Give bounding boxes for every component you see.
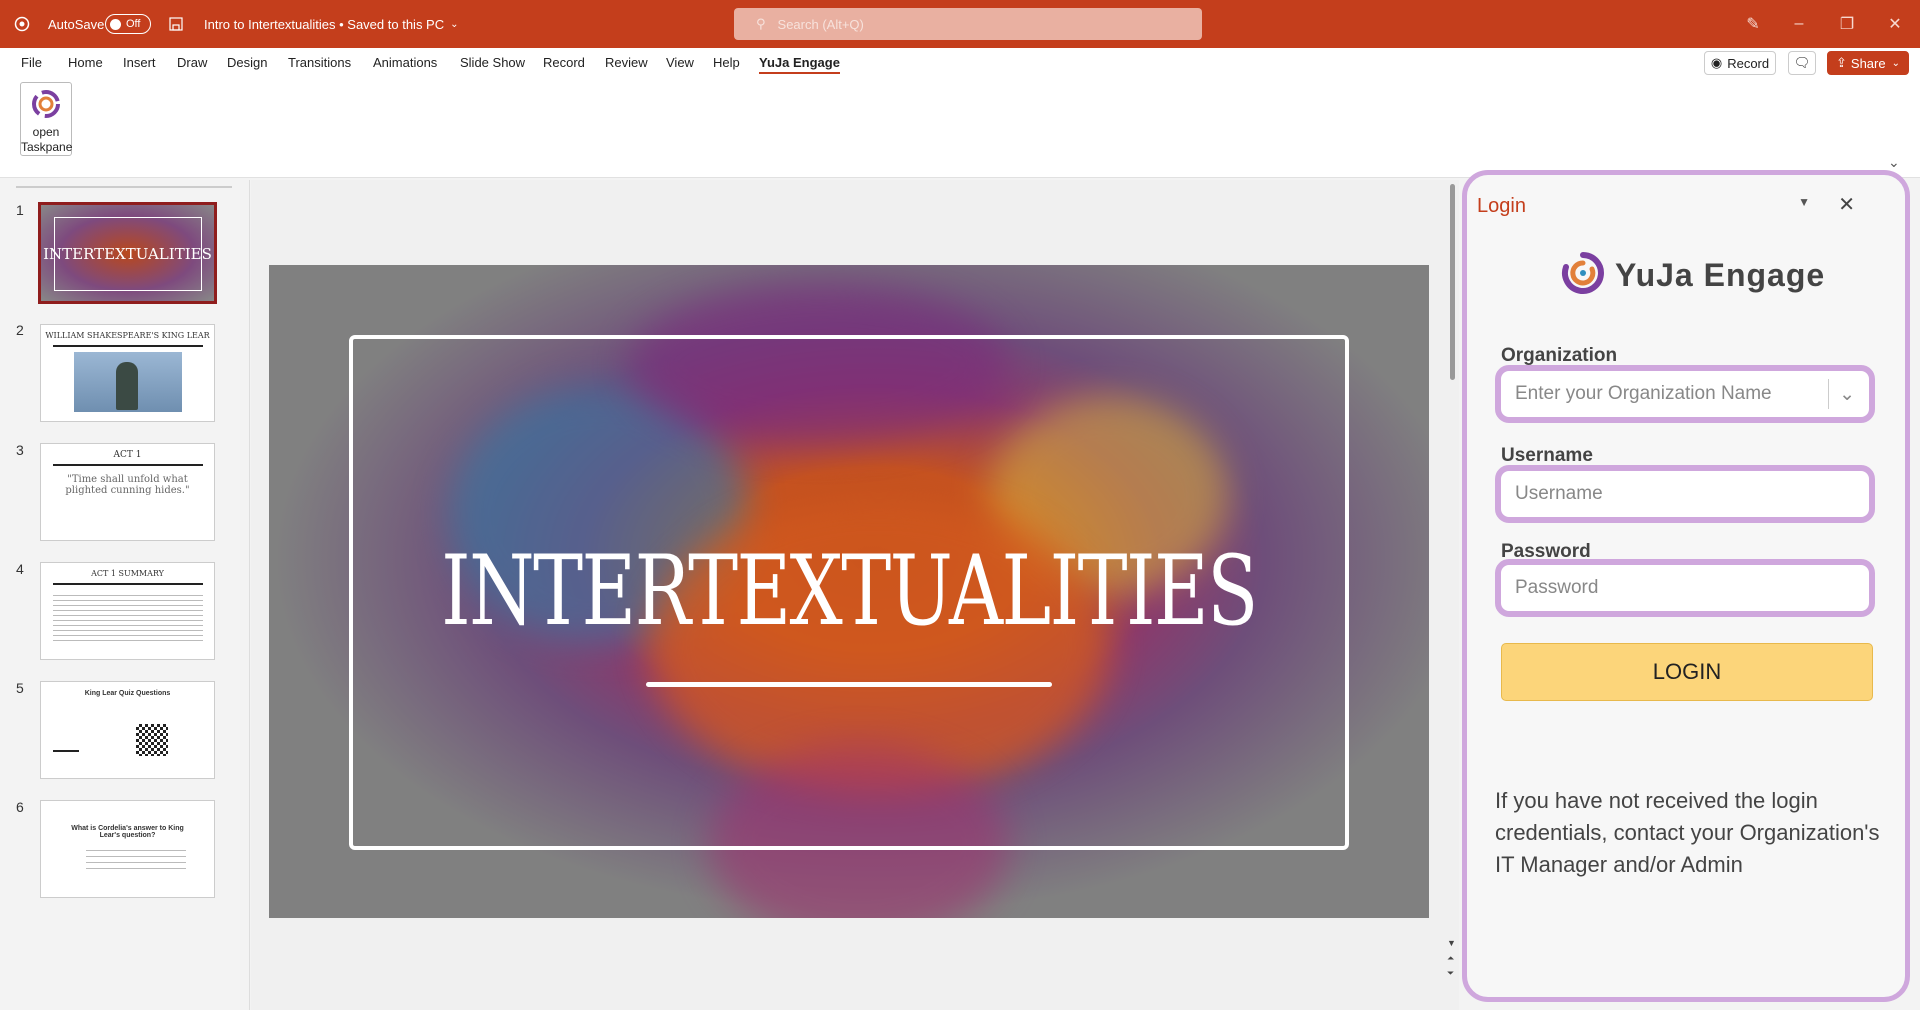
thumb-text-lines <box>53 591 203 643</box>
previous-slide-icon[interactable]: ⏶ <box>1447 953 1454 964</box>
ribbon: open Taskpane ⌄ <box>0 78 1920 178</box>
password-input[interactable] <box>1515 577 1869 599</box>
slide-title[interactable]: INTERTEXTUALITIES <box>397 535 1302 647</box>
comment-icon: 🗨 <box>1793 55 1811 70</box>
thumb-title: ACT 1 SUMMARY <box>91 569 164 578</box>
thumb-text-lines <box>86 845 186 869</box>
chevron-down-icon[interactable]: ⌄ <box>1839 383 1855 406</box>
share-button[interactable]: ⇪ Share ⌄ <box>1827 51 1909 75</box>
thumb-title: INTERTEXTUALITIES <box>43 245 212 263</box>
tab-slide-show[interactable]: Slide Show <box>460 54 525 74</box>
scroll-thumb[interactable] <box>1450 184 1455 380</box>
yuja-swirl-icon <box>1559 249 1607 302</box>
autosave-label: AutoSave <box>48 16 105 32</box>
save-icon[interactable] <box>168 0 184 48</box>
slide-thumbnail-5[interactable]: King Lear Quiz Questions <box>40 681 215 779</box>
brand-name: YuJa Engage <box>1615 257 1826 293</box>
organization-label: Organization <box>1501 345 1618 366</box>
username-field[interactable] <box>1495 465 1875 523</box>
password-field[interactable] <box>1495 559 1875 617</box>
login-button[interactable]: LOGIN <box>1501 643 1873 701</box>
yuja-login-taskpane: Login ▼ ✕ YuJa Engage Organization ⌄ Use… <box>1462 170 1910 1002</box>
tab-home[interactable]: Home <box>68 54 103 74</box>
thumb-title: WILLIAM SHAKESPEARE'S KING LEAR <box>45 331 210 340</box>
record-button[interactable]: ◉ Record <box>1704 51 1776 75</box>
share-icon: ⇪ <box>1836 55 1847 70</box>
slide-thumbnail-6[interactable]: What is Cordelia's answer to King Lear's… <box>40 800 215 898</box>
autosave-state: Off <box>126 18 141 30</box>
search-placeholder: Search (Alt+Q) <box>777 16 864 32</box>
thumb-line <box>53 750 79 752</box>
yuja-logo: YuJa Engage <box>1559 249 1825 302</box>
slide-thumbnail-2[interactable]: WILLIAM SHAKESPEARE'S KING LEAR <box>40 324 215 422</box>
organization-field[interactable]: ⌄ <box>1495 365 1875 423</box>
thumb-title: What is Cordelia's answer to King Lear's… <box>71 825 184 839</box>
login-help-text: If you have not received the login crede… <box>1495 788 1880 877</box>
qr-code <box>136 724 168 756</box>
slide-thumbnail-4[interactable]: ACT 1 SUMMARY <box>40 562 215 660</box>
tab-draw[interactable]: Draw <box>177 54 207 74</box>
yuja-logo-icon <box>21 87 71 125</box>
organization-input[interactable] <box>1515 383 1829 405</box>
slide-number: 6 <box>16 799 24 815</box>
chevron-down-icon: ⌄ <box>1891 57 1900 69</box>
statue-image <box>74 352 182 412</box>
username-label: Username <box>1501 445 1593 466</box>
thumb-quote: "Time shall unfold what plighted cunning… <box>65 474 190 496</box>
chevron-down-icon: ⌄ <box>450 18 459 30</box>
tab-help[interactable]: Help <box>713 54 740 74</box>
autosave-toggle[interactable]: Off <box>105 0 151 48</box>
title-bar: AutoSave Off Intro to Intertextualities … <box>0 0 1920 48</box>
tab-review[interactable]: Review <box>605 54 648 74</box>
divider <box>1828 379 1830 409</box>
maximize-button[interactable]: ❐ <box>1824 0 1870 48</box>
thumb-underline <box>53 464 203 466</box>
thumb-underline <box>53 583 203 585</box>
slide-number: 4 <box>16 561 24 577</box>
next-slide-icon[interactable]: ⏷ <box>1447 968 1454 979</box>
slide-thumbnail-3[interactable]: ACT 1 "Time shall unfold what plighted c… <box>40 443 215 541</box>
collapse-ribbon-icon[interactable]: ⌄ <box>1888 154 1900 171</box>
tab-yuja-engage[interactable]: YuJa Engage <box>759 54 840 74</box>
title-underline <box>646 682 1052 687</box>
minimize-button[interactable]: – <box>1776 0 1822 48</box>
close-button[interactable]: ✕ <box>1872 0 1918 48</box>
tab-file[interactable]: File <box>21 54 42 74</box>
tab-record[interactable]: Record <box>543 54 585 74</box>
powerpoint-logo-icon <box>14 0 30 48</box>
search-icon: ⚲ <box>756 16 766 31</box>
tab-design[interactable]: Design <box>227 54 267 74</box>
close-icon[interactable]: ✕ <box>1838 192 1855 217</box>
open-taskpane-button[interactable]: open Taskpane <box>20 82 72 156</box>
username-input[interactable] <box>1515 483 1869 505</box>
slide-thumbnails-pane: 1 INTERTEXTUALITIES 2 WILLIAM SHAKESPEAR… <box>0 180 250 1010</box>
pen-icon[interactable]: ✎ <box>1730 0 1776 48</box>
thumb-underline <box>53 345 203 347</box>
document-title[interactable]: Intro to Intertextualities • Saved to th… <box>204 0 459 48</box>
thumb-title: ACT 1 <box>113 450 142 460</box>
comments-button[interactable]: 🗨 <box>1788 51 1816 75</box>
tab-animations[interactable]: Animations <box>373 54 437 74</box>
tab-insert[interactable]: Insert <box>123 54 156 74</box>
slide-number: 1 <box>16 202 24 218</box>
slide-number: 2 <box>16 322 24 338</box>
slide-number: 3 <box>16 442 24 458</box>
main-slide[interactable]: INTERTEXTUALITIES <box>269 265 1429 918</box>
slide-scrollbar[interactable]: ▼ ⏶ ⏷ <box>1447 180 1459 1010</box>
thumb-title: King Lear Quiz Questions <box>84 690 171 697</box>
panel-options-icon[interactable]: ▼ <box>1798 195 1810 209</box>
menu-bar: File Home Insert Draw Design Transitions… <box>0 48 1920 78</box>
divider <box>16 186 232 188</box>
slide-number: 5 <box>16 680 24 696</box>
search-box[interactable]: ⚲ Search (Alt+Q) <box>734 8 1202 40</box>
scroll-down-icon[interactable]: ▼ <box>1447 938 1456 948</box>
tab-transitions[interactable]: Transitions <box>288 54 351 74</box>
record-icon: ◉ <box>1710 55 1723 70</box>
panel-title: Login <box>1477 195 1526 217</box>
tab-view[interactable]: View <box>666 54 694 74</box>
slide-thumbnail-1[interactable]: INTERTEXTUALITIES <box>38 202 217 304</box>
